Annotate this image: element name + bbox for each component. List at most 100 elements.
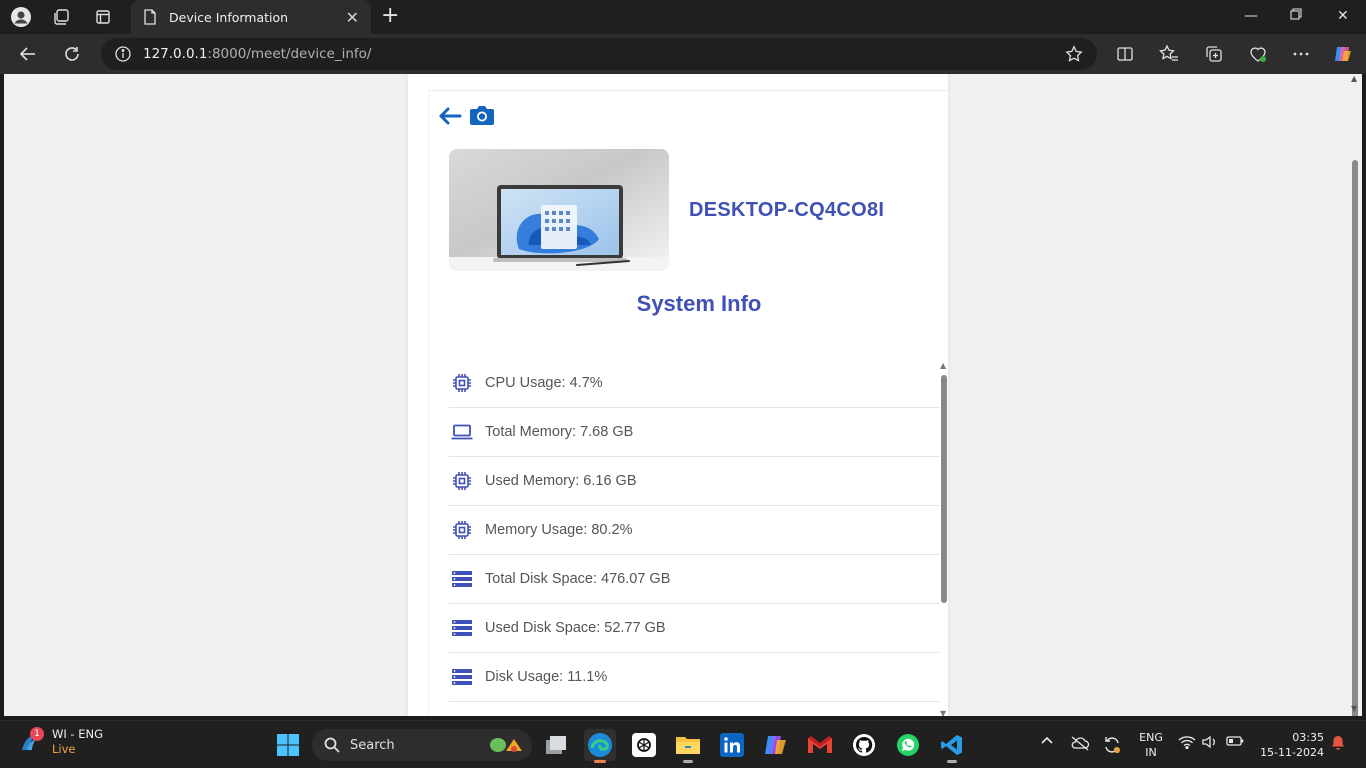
- minimize-icon[interactable]: —: [1244, 8, 1258, 24]
- close-tab-icon[interactable]: ✕: [346, 8, 359, 27]
- back-arrow-icon[interactable]: [437, 105, 463, 127]
- file-explorer-app[interactable]: [672, 729, 704, 763]
- copilot-icon[interactable]: [1332, 43, 1354, 65]
- show-hidden-icons[interactable]: [1040, 735, 1054, 745]
- whatsapp-app[interactable]: [892, 729, 924, 761]
- workspaces-icon[interactable]: [50, 6, 72, 28]
- weather-sub: Live: [52, 742, 76, 756]
- laptop-icon: [451, 421, 473, 443]
- gmail-icon: [808, 736, 832, 753]
- sync-icon[interactable]: [1102, 735, 1122, 755]
- split-screen-icon[interactable]: [1114, 43, 1136, 65]
- list-scroll-down-icon[interactable]: ▼: [940, 709, 946, 716]
- whatsapp-icon: [897, 734, 919, 756]
- wifi-icon[interactable]: [1178, 735, 1196, 749]
- device-card: DESKTOP-CQ4CO8I System Info CPU Usage: 4…: [408, 74, 948, 716]
- info-icon[interactable]: [115, 46, 131, 62]
- server-icon: [451, 568, 473, 590]
- info-item-disk-usage: Disk Usage: 11.1%: [449, 653, 939, 702]
- notification-badge: 1: [30, 727, 44, 741]
- device-name: DESKTOP-CQ4CO8I: [689, 199, 885, 221]
- refresh-icon[interactable]: [60, 42, 84, 66]
- list-scrollbar[interactable]: [941, 375, 947, 603]
- info-item-total-disk: Total Disk Space: 476.07 GB: [449, 555, 939, 604]
- tab-title: Device Information: [169, 9, 289, 25]
- copilot-app-icon: [765, 736, 786, 754]
- page-viewport: DESKTOP-CQ4CO8I System Info CPU Usage: 4…: [4, 74, 1362, 716]
- copilot-app[interactable]: [760, 729, 792, 761]
- chatgpt-app[interactable]: [628, 729, 660, 761]
- chip-icon: [451, 519, 473, 541]
- close-window-icon[interactable]: ✕: [1337, 8, 1349, 24]
- task-view-app[interactable]: [540, 729, 572, 761]
- info-label: Total Memory: 7.68 GB: [485, 424, 634, 440]
- start-button[interactable]: [272, 729, 304, 761]
- info-label: Disk Usage: 11.1%: [485, 669, 608, 685]
- clock[interactable]: 03:35 15-11-2024: [1254, 730, 1324, 760]
- edge-icon: [588, 733, 612, 757]
- collections-icon[interactable]: [1203, 43, 1225, 65]
- battery-icon[interactable]: [1226, 735, 1244, 747]
- list-scroll-up-icon[interactable]: ▲: [940, 361, 946, 370]
- address-bar[interactable]: 127.0.0.1:8000/meet/device_info/: [101, 38, 1097, 70]
- active-tab[interactable]: Device Information ✕: [131, 0, 371, 34]
- info-label: Used Disk Space: 52.77 GB: [485, 620, 666, 636]
- weather-title: WI - ENG: [52, 727, 104, 741]
- gmail-app[interactable]: [804, 729, 836, 761]
- linkedin-app[interactable]: [716, 729, 748, 761]
- windows-icon: [277, 734, 299, 756]
- device-card-inner: DESKTOP-CQ4CO8I System Info CPU Usage: 4…: [428, 90, 948, 716]
- onedrive-offline-icon[interactable]: [1070, 735, 1090, 751]
- info-item-memory-usage: Memory Usage: 80.2%: [449, 506, 939, 555]
- github-icon: [853, 734, 875, 756]
- search-icon: [324, 737, 340, 753]
- page-icon: [144, 9, 156, 25]
- linkedin-icon: [720, 733, 744, 757]
- clock-time: 03:35: [1292, 731, 1324, 744]
- info-item-used-memory: Used Memory: 6.16 GB: [449, 457, 939, 506]
- favorite-star-icon[interactable]: [1065, 45, 1083, 67]
- language-indicator[interactable]: ENG IN: [1136, 730, 1166, 760]
- profile-icon[interactable]: [10, 6, 32, 28]
- taskbar-search[interactable]: Search: [312, 729, 532, 761]
- chatgpt-icon: [632, 733, 656, 757]
- vscode-icon: [941, 735, 962, 755]
- github-app[interactable]: [848, 729, 880, 761]
- info-item-total-memory: Total Memory: 7.68 GB: [449, 408, 939, 457]
- info-label: Total Disk Space: 476.07 GB: [485, 571, 671, 587]
- new-tab-icon[interactable]: +: [381, 5, 399, 27]
- page-scroll-up-icon[interactable]: ▲: [1351, 75, 1359, 83]
- language-code: ENG: [1139, 731, 1163, 744]
- tab-actions-icon[interactable]: [92, 6, 114, 28]
- tab-strip: Device Information ✕ + — ✕: [0, 0, 1366, 34]
- notification-bell-icon[interactable]: [1330, 735, 1346, 751]
- folder-icon: [676, 737, 700, 754]
- favorites-icon[interactable]: [1158, 43, 1180, 65]
- back-nav-icon[interactable]: [16, 42, 40, 66]
- page-scrollbar[interactable]: [1352, 160, 1358, 716]
- task-view-icon: [546, 736, 566, 754]
- info-item-used-disk: Used Disk Space: 52.77 GB: [449, 604, 939, 653]
- clock-date: 15-11-2024: [1260, 746, 1324, 759]
- page-scroll-down-icon[interactable]: ▼: [1351, 705, 1359, 713]
- info-label: CPU Usage: 4.7%: [485, 375, 603, 391]
- system-info-list[interactable]: CPU Usage: 4.7% Total Memory: 7.68 GB Us…: [449, 359, 939, 716]
- browser-essentials-icon[interactable]: [1247, 43, 1269, 65]
- url-text: 127.0.0.1:8000/meet/device_info/: [143, 46, 372, 62]
- volume-icon[interactable]: [1202, 735, 1218, 749]
- taskbar: WI - ENG Live 1 Search ENG IN 03:35 15-1…: [0, 720, 1366, 768]
- search-label: Search: [350, 737, 395, 753]
- chip-icon: [451, 372, 473, 394]
- restore-icon[interactable]: [1290, 8, 1302, 24]
- edge-app[interactable]: [584, 729, 616, 763]
- info-item-cpu-usage: CPU Usage: 4.7%: [449, 359, 939, 408]
- vscode-app[interactable]: [936, 729, 968, 763]
- device-image: [449, 149, 669, 271]
- info-label: Used Memory: 6.16 GB: [485, 473, 637, 489]
- section-title: System Info: [636, 291, 762, 316]
- camera-icon[interactable]: [469, 103, 495, 127]
- navigation-bar: 127.0.0.1:8000/meet/device_info/: [0, 34, 1366, 74]
- info-label: Memory Usage: 80.2%: [485, 522, 633, 538]
- more-options-icon[interactable]: [1290, 43, 1312, 65]
- chip-icon: [451, 470, 473, 492]
